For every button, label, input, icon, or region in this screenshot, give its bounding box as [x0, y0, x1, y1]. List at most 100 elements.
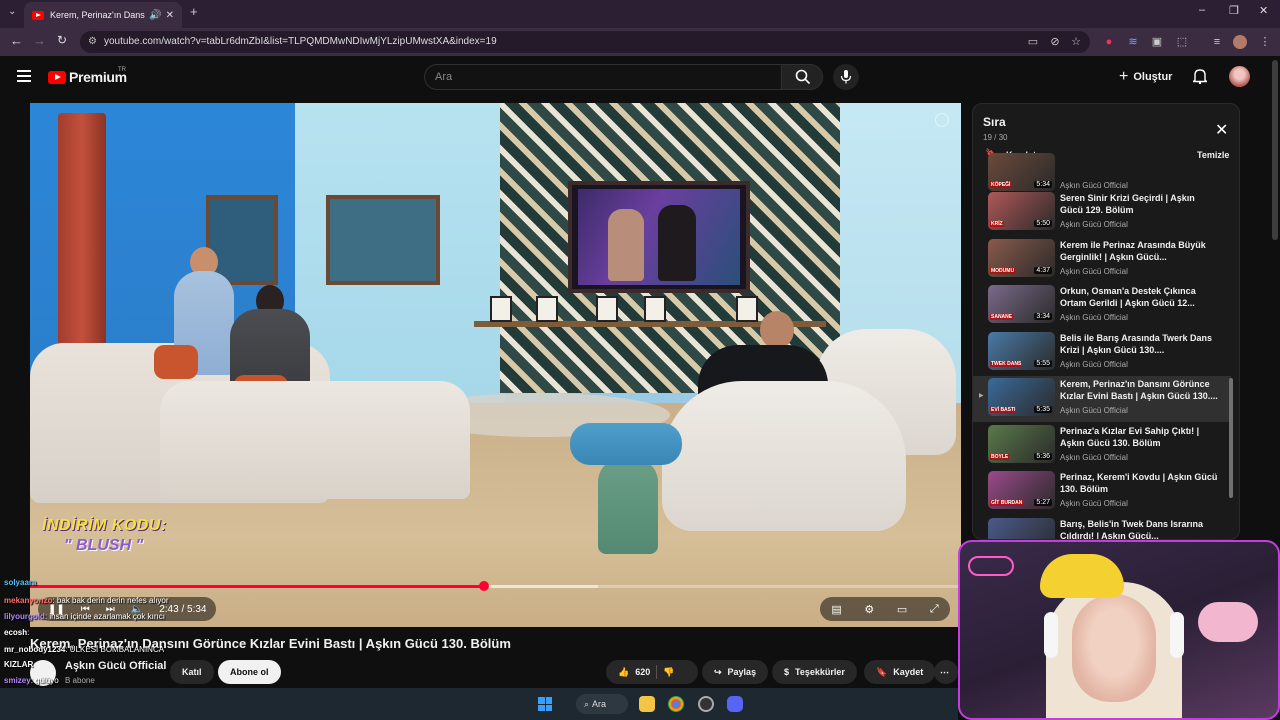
chat-message: mekanyonzo: bak bak derin derin nefes al…: [4, 596, 169, 605]
country-code: TR: [118, 67, 126, 73]
fullscreen-icon[interactable]: ⤢: [930, 603, 939, 616]
video-player[interactable]: İNDİRİM KODU: " BLUSH " ❚❚ ⏮ ⏭ 🔈 2:43 / …: [30, 103, 961, 627]
theater-mode-icon[interactable]: ▭: [897, 603, 907, 616]
extension-record-icon[interactable]: ●: [1102, 35, 1116, 49]
obs-icon[interactable]: [698, 696, 714, 712]
scene-curtain: [58, 113, 106, 373]
extensions-puzzle-icon[interactable]: ⬚: [1175, 35, 1189, 49]
playlist-item-title: Orkun, Osman'a Destek Çıkınca Ortam Geri…: [1060, 286, 1196, 308]
scene-photo-frame: [536, 296, 558, 322]
chat-username: lilyourgold: [4, 612, 45, 621]
create-button[interactable]: + Oluştur: [1119, 68, 1172, 86]
forward-icon[interactable]: →: [33, 33, 46, 48]
page-scrollbar[interactable]: [1272, 60, 1278, 240]
thumbnail-caption: BOYLE: [990, 454, 1010, 460]
subscribe-button[interactable]: Abone ol: [218, 660, 281, 684]
search-button[interactable]: [781, 64, 823, 90]
playlist-item[interactable]: ▶ EVİ BASTI 5:35 Kerem, Perinaz'ın Dansını …: [973, 376, 1231, 422]
dislike-icon[interactable]: 👎: [663, 660, 674, 684]
site-info-icon[interactable]: ⚙: [88, 31, 97, 53]
share-button[interactable]: ↪ Paylaş: [702, 660, 769, 684]
create-label: Oluştur: [1133, 71, 1173, 83]
back-icon[interactable]: ←: [10, 33, 23, 48]
playlist-item-channel: Aşkın Gücü Official: [1060, 220, 1128, 229]
playlist-item-title: Kerem, Perinaz'ın Dansını Görünce Kızlar…: [1060, 379, 1218, 401]
new-tab-icon[interactable]: +: [190, 4, 198, 19]
tab-list-icon[interactable]: ⌄: [8, 6, 16, 17]
voice-search-button[interactable]: [833, 64, 859, 90]
discord-icon[interactable]: [727, 696, 743, 712]
channel-name[interactable]: Aşkın Gücü Official: [65, 660, 166, 672]
scene-person-head: [760, 311, 794, 349]
chrome-icon[interactable]: [668, 696, 684, 712]
save-button[interactable]: 🔖 Kaydet: [864, 660, 936, 684]
close-icon[interactable]: ✕: [1215, 120, 1228, 140]
bookmark-icon: 🔖: [876, 667, 888, 677]
playlist-item-channel: Aşkın Gücü Official: [1060, 453, 1128, 462]
scene-armchair: [662, 381, 906, 531]
windows-start-icon[interactable]: [538, 697, 552, 711]
thanks-button[interactable]: $ Teşekkürler: [772, 660, 857, 684]
playlist-thumbnail[interactable]: GİT BURDAN 5:27: [988, 471, 1055, 509]
subtitles-icon[interactable]: ▤: [831, 603, 841, 616]
audio-icon[interactable]: 🔊: [149, 10, 161, 21]
extension-wave-icon[interactable]: ≋: [1126, 35, 1140, 49]
chat-username: mr_nobody1234: [4, 645, 66, 654]
playlist-title: Sıra: [983, 115, 1006, 129]
playlist-item[interactable]: KRİZ 5:50 Seren Sinir Krizi Geçirdi | Aşkı…: [973, 190, 1231, 236]
playlist-item[interactable]: BOYLE 5:36 Perinaz'a Kızlar Evi Sahip Çıkt…: [973, 423, 1231, 469]
taskbar-search[interactable]: ⌕ Ara: [576, 694, 628, 714]
like-icon[interactable]: 👍: [618, 660, 629, 684]
search-input[interactable]: Ara: [424, 64, 782, 90]
url-field[interactable]: ⚙ youtube.com/watch?v=tabLr6dmZbI&list=T…: [80, 31, 1090, 53]
cast-icon[interactable]: ▭: [1026, 35, 1040, 49]
profile-icon[interactable]: [1233, 35, 1247, 49]
account-avatar[interactable]: [1229, 66, 1250, 87]
playlist-item[interactable]: MODUMU 4:37 Kerem ile Perinaz Arasında Büy…: [973, 237, 1231, 283]
restore-icon[interactable]: ❐: [1229, 4, 1239, 17]
playlist-item[interactable]: GİT BURDAN 5:27 Perinaz, Kerem'i Kovdu | A…: [973, 469, 1231, 515]
join-button[interactable]: Katıl: [170, 660, 214, 684]
browser-tab[interactable]: Kerem, Perinaz'ın Dansını G 🔊 ✕: [24, 2, 182, 28]
bookmark-star-icon[interactable]: ☆: [1069, 35, 1083, 49]
playlist-thumbnail[interactable]: KÖPEĞİ 5:34: [988, 153, 1055, 191]
address-toolbar: ← → ↻ ⚙ youtube.com/watch?v=tabLr6dmZbI&…: [0, 28, 1280, 56]
progress-bar[interactable]: [30, 581, 961, 591]
playlist-item-title: Perinaz, Kerem'i Kovdu | Aşkın Gücü 130.…: [1060, 472, 1218, 494]
window-close-icon[interactable]: ✕: [1259, 4, 1268, 17]
video-duration: 5:36: [1034, 453, 1052, 460]
subscriber-count: B abone: [65, 676, 95, 685]
file-explorer-icon[interactable]: [639, 696, 655, 712]
video-duration: 4:37: [1034, 267, 1052, 274]
extension-shield-icon[interactable]: ▣: [1150, 35, 1164, 49]
chat-message: lilyourgold: insan içinde azarlamak çok …: [4, 612, 165, 621]
browser-menu-icon[interactable]: ⋮: [1258, 35, 1272, 49]
guide-menu-icon[interactable]: [17, 70, 31, 85]
notifications-button[interactable]: [1191, 68, 1209, 89]
scene-pillow: [154, 345, 198, 379]
youtube-premium-logo[interactable]: Premium TR: [48, 67, 127, 85]
eye-off-icon[interactable]: ⊘: [1048, 35, 1062, 49]
playlist-thumbnail[interactable]: BOYLE 5:36: [988, 425, 1055, 463]
chat-text: : insan içinde azarlamak çok kırıcı: [44, 612, 165, 621]
playlist-thumbnail[interactable]: [988, 518, 1055, 539]
playlist-item[interactable]: SANANE 3:34 Orkun, Osman'a Destek Çıkınca …: [973, 283, 1231, 329]
minimize-icon[interactable]: –: [1199, 4, 1205, 16]
playlist-thumbnail[interactable]: SANANE 3:34: [988, 285, 1055, 323]
playlist-thumbnail[interactable]: TWEK DANS 5:55: [988, 332, 1055, 370]
thumbnail-caption: SANANE: [990, 314, 1014, 320]
more-actions-button[interactable]: ⋯: [934, 660, 958, 684]
settings-icon[interactable]: ⚙: [864, 603, 874, 616]
tab-close-icon[interactable]: ✕: [166, 10, 174, 21]
chat-username: KIZLAR: [4, 660, 34, 669]
channel-watermark-icon[interactable]: [935, 113, 949, 127]
playlist-thumbnail[interactable]: MODUMU 4:37: [988, 239, 1055, 277]
playlist-item[interactable]: TWEK DANS 5:55 Belis ile Barış Arasında Tw…: [973, 330, 1231, 376]
youtube-logo-icon: [48, 70, 66, 84]
playlist-item[interactable]: Barış, Belis'in Twek Dans Israrına Çıldı…: [973, 516, 1231, 539]
reading-list-icon[interactable]: ≡: [1210, 35, 1224, 49]
playlist-thumbnail[interactable]: EVİ BASTI 5:35: [988, 378, 1055, 416]
playlist-thumbnail[interactable]: KRİZ 5:50: [988, 192, 1055, 230]
playlist-scrollbar[interactable]: [1229, 168, 1233, 539]
reload-icon[interactable]: ↻: [57, 33, 67, 47]
